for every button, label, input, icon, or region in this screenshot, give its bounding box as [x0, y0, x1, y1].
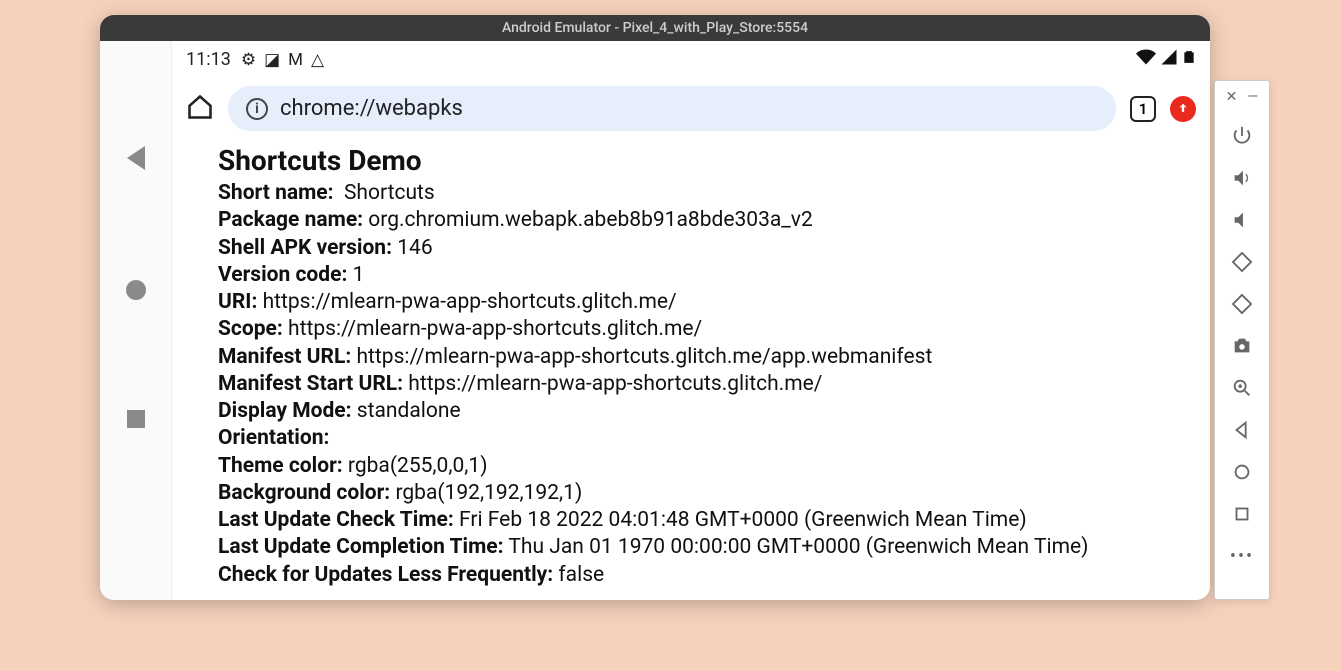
- emulator-window: Android Emulator - Pixel_4_with_Play_Sto…: [100, 15, 1210, 600]
- url-text: chrome://webapks: [280, 96, 463, 121]
- emulator-body: 11:13 ⚙ ◪ M △: [100, 41, 1210, 600]
- volume-up-button[interactable]: [1222, 159, 1262, 197]
- wifi-icon: [1136, 47, 1156, 72]
- emulator-side-toolbar: ✕ — •••: [1214, 80, 1270, 600]
- close-icon[interactable]: ✕: [1226, 89, 1238, 105]
- window-title: Android Emulator - Pixel_4_with_Play_Sto…: [502, 20, 808, 36]
- update-icon[interactable]: [1170, 96, 1196, 122]
- field-last-update-completion: Last Update Completion Time: Thu Jan 01 …: [218, 534, 1192, 560]
- gmail-icon: M: [288, 50, 303, 70]
- status-left-icons: ⚙ ◪ M △: [241, 50, 324, 70]
- field-shell-apk-version: Shell APK version: 146: [218, 235, 1192, 261]
- nav-back-button[interactable]: [127, 146, 145, 170]
- status-right-icons: [1136, 47, 1196, 72]
- window-titlebar: Android Emulator - Pixel_4_with_Play_Sto…: [100, 15, 1210, 41]
- triangle-icon: △: [311, 50, 324, 70]
- field-background-color: Background color: rgba(192,192,192,1): [218, 480, 1192, 506]
- field-display-mode: Display Mode: standalone: [218, 398, 1192, 424]
- field-uri: URI: https://mlearn-pwa-app-shortcuts.gl…: [218, 289, 1192, 315]
- android-navbar: [100, 41, 172, 600]
- field-package-name: Package name: org.chromium.webapk.abeb8b…: [218, 207, 1192, 233]
- battery-icon: [1182, 47, 1196, 72]
- rotate-left-button[interactable]: [1222, 243, 1262, 281]
- status-bar: 11:13 ⚙ ◪ M △: [172, 41, 1210, 76]
- power-button[interactable]: [1222, 117, 1262, 155]
- url-bar[interactable]: i chrome://webapks: [228, 86, 1116, 131]
- volume-down-button[interactable]: [1222, 201, 1262, 239]
- info-icon[interactable]: i: [246, 98, 268, 120]
- nav-recent-button[interactable]: [127, 410, 145, 428]
- nav-home-button[interactable]: [126, 280, 146, 300]
- app-icon: ◪: [264, 50, 280, 70]
- gear-icon: ⚙: [241, 50, 256, 70]
- screenshot-button[interactable]: [1222, 327, 1262, 365]
- field-version-code: Version code: 1: [218, 262, 1192, 288]
- overview-button[interactable]: [1222, 495, 1262, 533]
- field-last-update-check: Last Update Check Time: Fri Feb 18 2022 …: [218, 507, 1192, 533]
- field-manifest-url: Manifest URL: https://mlearn-pwa-app-sho…: [218, 344, 1192, 370]
- home-button[interactable]: [1222, 453, 1262, 491]
- back-button[interactable]: [1222, 411, 1262, 449]
- device-screen: 11:13 ⚙ ◪ M △: [172, 41, 1210, 600]
- field-scope: Scope: https://mlearn-pwa-app-shortcuts.…: [218, 316, 1192, 342]
- field-manifest-start-url: Manifest Start URL: https://mlearn-pwa-a…: [218, 371, 1192, 397]
- tab-switcher[interactable]: 1: [1130, 96, 1156, 122]
- more-button[interactable]: •••: [1222, 537, 1262, 575]
- page-title: Shortcuts Demo: [218, 143, 1192, 178]
- field-orientation: Orientation:: [218, 425, 1192, 451]
- rotate-right-button[interactable]: [1222, 285, 1262, 323]
- tab-count: 1: [1139, 100, 1148, 118]
- field-theme-color: Theme color: rgba(255,0,0,1): [218, 453, 1192, 479]
- home-icon[interactable]: [186, 93, 214, 125]
- zoom-button[interactable]: [1222, 369, 1262, 407]
- minimize-icon[interactable]: —: [1247, 89, 1258, 105]
- status-time: 11:13: [186, 49, 231, 70]
- signal-icon: [1160, 48, 1178, 71]
- page-content: Shortcuts Demo Short name: Shortcuts Pac…: [172, 143, 1210, 595]
- field-check-updates-less: Check for Updates Less Frequently: false: [218, 562, 1192, 588]
- browser-toolbar: i chrome://webapks 1: [172, 76, 1210, 143]
- field-short-name: Short name: Shortcuts: [218, 180, 1192, 206]
